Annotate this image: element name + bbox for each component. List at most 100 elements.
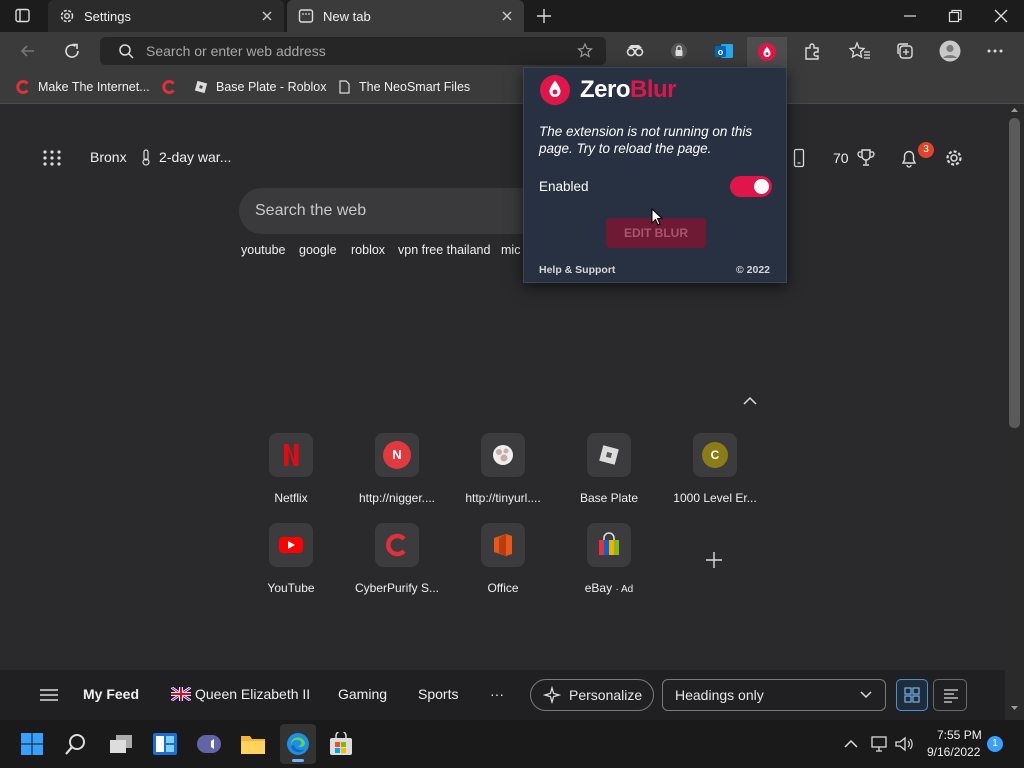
web-search-box[interactable]: Search the web xyxy=(239,188,529,234)
spy-extension-icon[interactable] xyxy=(625,42,645,60)
cyberpurify-icon xyxy=(16,80,30,94)
svg-text:o: o xyxy=(718,47,724,57)
add-favorite-icon[interactable] xyxy=(576,42,594,60)
search-suggestion[interactable]: google xyxy=(299,243,337,257)
bookmark-item[interactable]: Make The Internet... xyxy=(16,76,150,98)
collapse-chevron-up-icon[interactable] xyxy=(741,394,759,408)
mobile-icon[interactable] xyxy=(793,148,805,168)
office-icon xyxy=(481,523,525,567)
restore-button[interactable] xyxy=(947,8,963,24)
close-tab-icon[interactable] xyxy=(500,9,514,23)
search-suggestion[interactable]: vpn free thailand xyxy=(398,243,490,257)
enabled-toggle[interactable] xyxy=(730,176,772,197)
search-suggestion[interactable]: roblox xyxy=(351,243,385,257)
tray-chevron-up-icon[interactable] xyxy=(843,737,859,749)
tab-new-tab[interactable]: New tab xyxy=(287,0,524,32)
feed-tab-gaming[interactable]: Gaming xyxy=(338,686,387,702)
quick-link-label-text: eBay xyxy=(584,581,613,595)
file-explorer-icon[interactable] xyxy=(240,732,266,756)
clock-date[interactable]: 9/16/2022 xyxy=(927,745,980,759)
grid-view-button[interactable] xyxy=(896,679,928,711)
letter-n-icon: N xyxy=(375,433,419,477)
feed-more-button[interactable]: ··· xyxy=(490,686,504,702)
search-suggestion[interactable]: mic xyxy=(501,243,520,257)
bookmark-cyberpurify-icon-only[interactable] xyxy=(162,76,184,98)
quick-link-tile[interactable]: N http://nigger.... xyxy=(352,433,442,505)
network-icon[interactable] xyxy=(870,735,890,753)
toggle-knob xyxy=(754,179,769,194)
volume-icon[interactable] xyxy=(894,735,914,753)
tab-actions-icon[interactable] xyxy=(14,7,32,25)
youtube-icon xyxy=(269,523,313,567)
rewards-points[interactable]: 70 xyxy=(833,150,849,166)
close-window-button[interactable] xyxy=(993,8,1009,24)
favorites-icon[interactable] xyxy=(849,41,871,61)
weather-label[interactable]: 2-day war... xyxy=(159,149,231,165)
task-view-icon[interactable] xyxy=(108,732,134,756)
quick-link-tile[interactable]: CyberPurify S... xyxy=(352,523,442,595)
quick-link-label: http://nigger.... xyxy=(358,491,436,505)
scrollbar-thumb[interactable] xyxy=(1009,118,1020,428)
quick-link-tile[interactable]: http://tinyurl.... xyxy=(458,433,548,505)
cyberpurify-icon xyxy=(162,80,176,94)
clock-time[interactable]: 7:55 PM xyxy=(937,728,982,742)
bookmark-item[interactable]: The NeoSmart Files xyxy=(337,76,470,98)
widgets-icon[interactable] xyxy=(152,732,178,756)
uk-flag-icon xyxy=(171,687,191,701)
feed-tab-queen-elizabeth[interactable]: Queen Elizabeth II xyxy=(195,686,310,702)
search-taskbar-icon[interactable] xyxy=(64,732,88,756)
gear-icon xyxy=(58,7,76,25)
brand-part-b: Blur xyxy=(630,76,677,103)
edge-icon xyxy=(286,732,316,756)
quick-link-tile[interactable]: eBay · Ad xyxy=(564,523,654,595)
more-menu-icon[interactable] xyxy=(986,41,1004,61)
mouse-cursor-icon xyxy=(651,208,663,226)
bookmark-item[interactable]: Base Plate - Roblox xyxy=(194,76,326,98)
feed-tab-sports[interactable]: Sports xyxy=(418,686,458,702)
grid-view-icon xyxy=(904,687,927,703)
address-bar[interactable]: Search or enter web address xyxy=(100,37,606,65)
trophy-icon[interactable] xyxy=(856,148,876,168)
help-support-link[interactable]: Help & Support xyxy=(539,264,615,276)
microsoft-store-icon[interactable] xyxy=(328,732,354,756)
minimize-button[interactable] xyxy=(902,8,918,24)
refresh-button[interactable] xyxy=(62,41,82,61)
page-settings-gear-icon[interactable] xyxy=(943,147,965,169)
favorites-bar xyxy=(0,70,1024,104)
quick-link-tile[interactable]: YouTube xyxy=(246,523,336,595)
profile-avatar[interactable] xyxy=(939,40,961,62)
hamburger-menu-icon[interactable] xyxy=(39,688,59,702)
notification-center-badge[interactable]: 1 xyxy=(987,736,1003,752)
teams-chat-icon[interactable] xyxy=(196,732,222,756)
quick-link-tile[interactable]: C 1000 Level Er... xyxy=(670,433,760,505)
copyright-text: © 2022 xyxy=(736,264,771,276)
sparkle-icon xyxy=(543,686,561,704)
windows-start-icon[interactable] xyxy=(20,732,44,756)
layout-select-value: Headings only xyxy=(675,687,764,703)
layout-select[interactable]: Headings only xyxy=(662,679,886,711)
tab-settings[interactable]: Settings xyxy=(48,0,284,32)
edge-taskbar-button[interactable] xyxy=(280,724,316,764)
lock-extension-icon[interactable] xyxy=(670,41,688,61)
new-tab-button[interactable] xyxy=(535,7,553,25)
outlook-icon[interactable]: o xyxy=(714,41,734,61)
netflix-icon xyxy=(269,433,313,477)
quick-link-tile[interactable]: Office xyxy=(458,523,548,595)
address-placeholder: Search or enter web address xyxy=(146,43,326,59)
quick-link-tile[interactable]: Base Plate xyxy=(564,433,654,505)
add-quick-link-button[interactable] xyxy=(704,550,724,570)
collections-icon[interactable] xyxy=(895,41,915,61)
list-view-button[interactable] xyxy=(933,679,967,711)
quick-link-tile[interactable]: Netflix xyxy=(246,433,336,505)
feed-tab-my-feed[interactable]: My Feed xyxy=(83,686,139,702)
list-view-icon xyxy=(943,688,966,704)
back-button[interactable] xyxy=(18,41,38,61)
tab-label: New tab xyxy=(323,8,371,24)
search-suggestion[interactable]: youtube xyxy=(241,243,285,257)
location-label[interactable]: Bronx xyxy=(90,149,127,165)
close-tab-icon[interactable] xyxy=(260,9,274,23)
zeroblur-extension-button[interactable] xyxy=(747,37,787,67)
apps-launcher-icon[interactable] xyxy=(42,149,62,167)
extensions-icon[interactable] xyxy=(802,41,822,61)
personalize-button[interactable]: Personalize xyxy=(530,679,654,711)
